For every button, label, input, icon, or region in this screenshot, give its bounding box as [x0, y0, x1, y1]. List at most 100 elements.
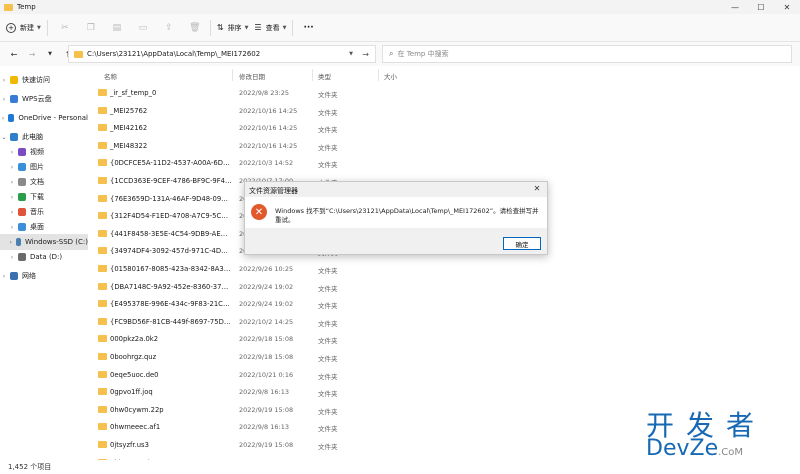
- chevron-down-icon[interactable]: ▼: [349, 51, 353, 57]
- error-dialog: 文件资源管理器 ✕ ✕ Windows 找不到“C:\Users\23121\A…: [244, 181, 548, 255]
- watermark-logo: 开发者 DevZe.CoM: [640, 404, 794, 470]
- expand-icon[interactable]: ›: [8, 239, 14, 246]
- sidebar-item-label: Data (D:): [30, 253, 63, 261]
- column-type[interactable]: 类型: [318, 71, 331, 81]
- file-list: 名称 修改日期 类型 大小 _ir_sf_temp_0 2022/9/8 23:2…: [92, 66, 800, 460]
- sidebar-item-onedrive[interactable]: › OneDrive - Personal: [0, 110, 88, 126]
- maximize-button[interactable]: ☐: [748, 0, 774, 14]
- item-count: 1,452 个项目: [8, 463, 52, 471]
- watermark-line2: DevZe.CoM: [646, 436, 743, 461]
- watermark-brand: DevZe: [646, 436, 719, 461]
- close-window-button[interactable]: ✕: [774, 0, 800, 14]
- recent-locations-button[interactable]: ▼: [42, 46, 58, 62]
- file-row[interactable]: 000pkz2a.0k2 2022/9/18 15:08 文件夹: [92, 330, 800, 348]
- file-row[interactable]: 0boohrgz.quz 2022/9/18 15:08 文件夹: [92, 348, 800, 366]
- sidebar-item-downloads[interactable]: › 下载: [0, 189, 88, 205]
- file-row[interactable]: 0eqe5uoc.de0 2022/10/21 0:16 文件夹: [92, 366, 800, 384]
- forward-button[interactable]: →: [24, 46, 40, 62]
- file-type: 文件夹: [318, 355, 338, 363]
- search-box[interactable]: ⌕: [382, 45, 792, 63]
- file-name: 000pkz2a.0k2: [110, 335, 159, 344]
- new-button[interactable]: + 新建 ▼: [6, 18, 41, 38]
- file-name: 0hw0cywm.22p: [110, 405, 164, 414]
- sidebar-item-label: 此电脑: [22, 133, 43, 141]
- expand-icon[interactable]: ›: [8, 194, 16, 201]
- folder-icon: [98, 124, 107, 132]
- file-type: 文件夹: [318, 302, 338, 311]
- folder-icon: [98, 141, 107, 149]
- expand-icon[interactable]: ›: [8, 149, 16, 156]
- expand-icon[interactable]: ›: [0, 96, 8, 103]
- expand-icon[interactable]: ›: [8, 209, 16, 216]
- sidebar-item-quick-access[interactable]: › 快速访问: [0, 72, 88, 88]
- file-name: _MEI25762: [110, 106, 148, 115]
- file-type: 文件夹: [318, 390, 338, 399]
- column-date[interactable]: 修改日期: [239, 71, 265, 81]
- command-bar: + 新建 ▼ ✂ ❐ ▤ ▭ ⇪ 🗑 ⇅ 排序 ▼ ☰ 查看 ▼ ···: [0, 14, 800, 42]
- sidebar-item-desktop[interactable]: › 桌面: [0, 219, 88, 235]
- file-row[interactable]: _MEI48322 2022/10/16 14:25 文件夹: [92, 137, 800, 155]
- view-button[interactable]: ☰ 查看 ▼: [254, 18, 286, 38]
- file-date: 2022/10/2 14:25: [239, 317, 294, 326]
- more-options-button[interactable]: ···: [299, 18, 313, 38]
- sort-button[interactable]: ⇅ 排序 ▼: [217, 18, 249, 38]
- expand-icon[interactable]: ›: [0, 77, 8, 84]
- back-button[interactable]: ←: [6, 46, 22, 62]
- file-date: 2022/10/16 14:25: [239, 141, 298, 150]
- sidebar-item-videos[interactable]: › 视频: [0, 144, 88, 160]
- address-field[interactable]: C:\Users\23121\AppData\Local\Temp\_MEI17…: [68, 45, 376, 63]
- go-icon[interactable]: →: [362, 50, 369, 59]
- sidebar-item-network[interactable]: › 网络: [0, 268, 88, 284]
- minimize-button[interactable]: —: [722, 0, 748, 14]
- sidebar-item-d-drive[interactable]: › Data (D:): [0, 249, 88, 265]
- pc-icon: [10, 133, 18, 141]
- sort-label: 排序: [227, 23, 242, 32]
- file-row[interactable]: _MEI25762 2022/10/16 14:25 文件夹: [92, 102, 800, 120]
- file-name: 0gpvo1ff.joq: [110, 388, 153, 397]
- rename-icon[interactable]: ▭: [134, 19, 152, 37]
- divider[interactable]: [312, 69, 313, 81]
- delete-icon[interactable]: 🗑: [186, 19, 204, 37]
- column-name[interactable]: 名称: [104, 71, 117, 81]
- new-label: 新建: [20, 23, 34, 32]
- onedrive-icon: [8, 114, 15, 122]
- file-row[interactable]: {DBA7148C-9A92-452e-8360-373C30... 2022/9…: [92, 278, 800, 296]
- ok-button[interactable]: 确定: [503, 237, 541, 250]
- expand-icon[interactable]: ›: [0, 273, 8, 280]
- collapse-icon[interactable]: ⌄: [0, 134, 8, 141]
- sidebar-item-this-pc[interactable]: ⌄ 此电脑: [0, 129, 88, 145]
- expand-icon[interactable]: ›: [0, 115, 6, 122]
- window-title: Temp: [17, 3, 36, 11]
- divider[interactable]: [378, 69, 379, 81]
- file-row[interactable]: {FC9BD56F-81CB-449f-8697-75D9E2C... 2022/…: [92, 313, 800, 331]
- folder-icon: [98, 177, 107, 184]
- cut-icon[interactable]: ✂: [56, 19, 74, 37]
- sidebar-item-wps-cloud[interactable]: › WPS云盘: [0, 91, 88, 107]
- folder-icon: [4, 3, 13, 11]
- sidebar-item-music[interactable]: › 音乐: [0, 204, 88, 220]
- expand-icon[interactable]: ›: [8, 254, 16, 261]
- paste-icon[interactable]: ▤: [108, 19, 126, 37]
- file-row[interactable]: _MEI42162 2022/10/16 14:25 文件夹: [92, 119, 800, 137]
- expand-icon[interactable]: ›: [8, 179, 16, 186]
- sidebar-item-documents[interactable]: › 文档: [0, 174, 88, 190]
- file-row[interactable]: {01580167-8085-423a-8342-8A3EB5A... 2022/…: [92, 260, 800, 278]
- close-icon[interactable]: ✕: [531, 184, 543, 196]
- search-icon: ⌕: [389, 49, 394, 58]
- share-icon[interactable]: ⇪: [160, 19, 178, 37]
- search-input[interactable]: [397, 50, 698, 58]
- error-icon: ✕: [251, 204, 267, 220]
- sidebar-item-label: OneDrive - Personal: [18, 114, 88, 122]
- file-row[interactable]: {E495378E-996E-434c-9F83-21C9E333... 2022…: [92, 295, 800, 313]
- sidebar-item-pictures[interactable]: › 图片: [0, 159, 88, 175]
- expand-icon[interactable]: ›: [8, 224, 16, 231]
- file-row[interactable]: 0gpvo1ff.joq 2022/9/8 16:13 文件夹: [92, 383, 800, 401]
- sidebar-item-c-drive[interactable]: › Windows-SSD (C:): [0, 234, 88, 250]
- column-size[interactable]: 大小: [384, 71, 397, 81]
- divider[interactable]: [232, 69, 233, 81]
- copy-icon[interactable]: ❐: [82, 19, 100, 37]
- expand-icon[interactable]: ›: [8, 164, 16, 171]
- file-row[interactable]: _ir_sf_temp_0 2022/9/8 23:25 文件夹: [92, 84, 800, 102]
- column-header: 名称 修改日期 类型 大小: [92, 66, 800, 84]
- file-row[interactable]: {0DCFCE5A-11D2-4537-A00A-6D09F7... 2022/1…: [92, 154, 800, 172]
